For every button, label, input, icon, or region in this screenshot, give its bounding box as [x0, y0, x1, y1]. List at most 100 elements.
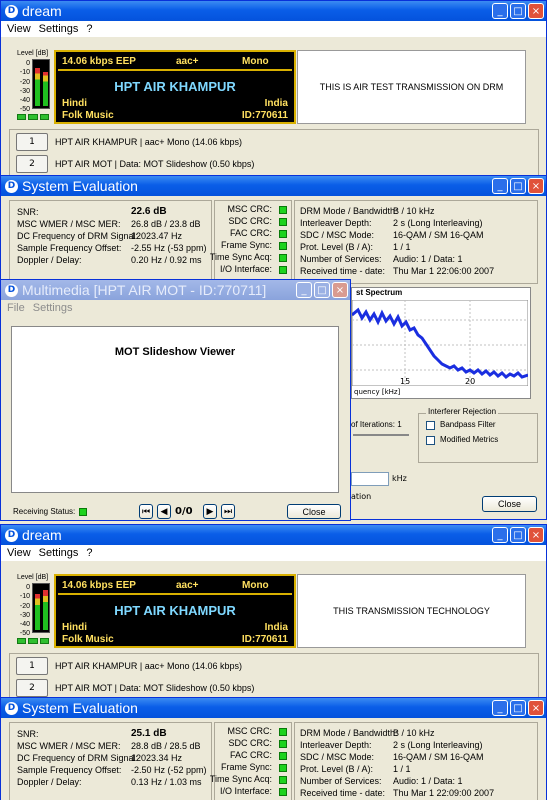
- prev-slide-button[interactable]: ◀: [157, 504, 171, 519]
- station-id: ID:770611: [241, 634, 288, 645]
- param-label: SNR:: [17, 207, 39, 217]
- crc-label: FAC CRC:: [229, 228, 272, 238]
- bandpass-label: Bandpass Filter: [440, 420, 496, 429]
- codec-text: aac+: [176, 56, 199, 67]
- window-title: dream: [22, 3, 62, 19]
- spectrum-plot: st Spectrum 15 20 quency [kHz]: [351, 287, 531, 399]
- menu-help[interactable]: ?: [86, 547, 92, 559]
- menu-bar: View Settings ?: [1, 545, 546, 561]
- frequency-input[interactable]: [351, 472, 389, 486]
- status-led: [279, 254, 287, 262]
- title-bar[interactable]: D System Evaluation _ □ ×: [1, 176, 546, 196]
- minimize-icon[interactable]: _: [492, 3, 508, 19]
- param-value: -2.50 Hz (-52 ppm): [131, 765, 207, 775]
- close-icon[interactable]: ×: [528, 700, 544, 716]
- iterations-label: of Iterations: 1: [351, 420, 402, 429]
- modified-metrics-checkbox[interactable]: [426, 436, 435, 445]
- iterations-slider[interactable]: [353, 434, 409, 436]
- status-led: [279, 788, 287, 796]
- info-label: Interleaver Depth:: [300, 740, 372, 750]
- bandpass-checkbox[interactable]: [426, 421, 435, 430]
- slide-counter: 0/0: [175, 506, 193, 517]
- info-value: Audio: 1 / Data: 1: [393, 254, 463, 264]
- title-bar[interactable]: D dream _ □ ×: [1, 525, 546, 545]
- crc-label: Time Sync Acq:: [209, 774, 272, 784]
- level-scale: 0 -10 -20 -30 -40 -50: [19, 60, 30, 114]
- crc-label: SDC CRC:: [228, 738, 272, 748]
- crc-label: I/O Interface:: [219, 264, 272, 274]
- crc-label: Frame Sync:: [220, 240, 272, 250]
- info-value: 2 s (Long Interleaving): [393, 740, 483, 750]
- param-label: DC Frequency of DRM Signal:: [17, 753, 139, 763]
- close-icon[interactable]: ×: [528, 3, 544, 19]
- last-slide-button[interactable]: ⏭: [221, 504, 235, 519]
- maximize-icon[interactable]: □: [510, 700, 526, 716]
- info-label: Prot. Level (B / A):: [300, 764, 374, 774]
- param-label: DC Frequency of DRM Signal:: [17, 231, 139, 241]
- title-bar[interactable]: D System Evaluation _ □ ×: [1, 698, 546, 718]
- title-bar[interactable]: D dream _ □ ×: [1, 1, 546, 21]
- minimize-icon[interactable]: _: [492, 700, 508, 716]
- close-icon[interactable]: ×: [332, 282, 348, 298]
- app-icon: D: [5, 701, 18, 715]
- status-led: [279, 740, 287, 748]
- station-display: 14.06 kbps EEP aac+ Mono HPT AIR KHAMPUR…: [54, 574, 296, 648]
- ation-label: ation: [351, 492, 372, 501]
- dream-window-2: D dream _ □ × View Settings ? Level [dB]…: [0, 524, 547, 704]
- next-slide-button[interactable]: ▶: [203, 504, 217, 519]
- crc-label: FAC CRC:: [229, 750, 272, 760]
- country-text: India: [264, 98, 288, 109]
- menu-settings[interactable]: Settings: [39, 547, 79, 559]
- param-value: -2.55 Hz (-53 ppm): [131, 243, 207, 253]
- service-1-button[interactable]: 1: [16, 133, 48, 151]
- info-label: DRM Mode / Bandwidth:: [300, 206, 398, 216]
- text-message-box: THIS TRANSMISSION TECHNOLOGY: [297, 574, 526, 648]
- menu-settings[interactable]: Settings: [33, 302, 73, 314]
- param-value: 0.13 Hz / 1.03 ms: [131, 777, 202, 787]
- first-slide-button[interactable]: ⏮: [139, 504, 153, 519]
- multimedia-window: D Multimedia [HPT AIR MOT - ID:770711] _…: [0, 279, 351, 521]
- title-bar[interactable]: D Multimedia [HPT AIR MOT - ID:770711] _…: [1, 280, 350, 300]
- info-label: DRM Mode / Bandwidth:: [300, 728, 398, 738]
- status-led: [279, 728, 287, 736]
- info-label: SDC / MSC Mode:: [300, 230, 375, 240]
- info-value: 1 / 1: [393, 764, 411, 774]
- menu-help[interactable]: ?: [86, 23, 92, 35]
- receiving-status-label: Receiving Status:: [13, 507, 76, 516]
- minimize-icon[interactable]: _: [296, 282, 312, 298]
- maximize-icon[interactable]: □: [314, 282, 330, 298]
- menu-file[interactable]: File: [7, 302, 25, 314]
- minimize-icon[interactable]: _: [492, 527, 508, 543]
- menu-view[interactable]: View: [7, 547, 31, 559]
- param-label: MSC WMER / MSC MER:: [17, 219, 121, 229]
- close-button[interactable]: Close: [482, 496, 537, 512]
- menu-view[interactable]: View: [7, 23, 31, 35]
- service-2-button[interactable]: 2: [16, 155, 48, 173]
- close-icon[interactable]: ×: [528, 178, 544, 194]
- menu-settings[interactable]: Settings: [39, 23, 79, 35]
- service-2-button[interactable]: 2: [16, 679, 48, 697]
- info-value: 2 s (Long Interleaving): [393, 218, 483, 228]
- level-indicators: [17, 638, 49, 644]
- maximize-icon[interactable]: □: [510, 3, 526, 19]
- tick-20: 20: [465, 377, 476, 386]
- close-button[interactable]: Close: [287, 504, 341, 519]
- maximize-icon[interactable]: □: [510, 527, 526, 543]
- maximize-icon[interactable]: □: [510, 178, 526, 194]
- info-value: Thu Mar 1 22:06:00 2007: [393, 266, 495, 276]
- minimize-icon[interactable]: _: [492, 178, 508, 194]
- service-1-button[interactable]: 1: [16, 657, 48, 675]
- info-value: 16-QAM / SM 16-QAM: [393, 752, 484, 762]
- system-evaluation-window-2: D System Evaluation _ □ × SNR: 25.1 dB MSC…: [0, 697, 547, 800]
- crc-label: I/O Interface:: [219, 786, 272, 796]
- app-icon: D: [5, 528, 18, 542]
- window-title: dream: [22, 527, 62, 543]
- app-icon: D: [5, 4, 18, 18]
- param-label: Sample Frequency Offset:: [17, 243, 122, 253]
- close-icon[interactable]: ×: [528, 527, 544, 543]
- bitrate-text: 14.06 kbps EEP: [62, 56, 136, 67]
- param-value: 12023.34 Hz: [131, 753, 183, 763]
- crc-label: Time Sync Acq:: [209, 252, 272, 262]
- service-1-label: HPT AIR KHAMPUR | aac+ Mono (14.06 kbps): [55, 137, 242, 147]
- level-meter: [32, 583, 50, 633]
